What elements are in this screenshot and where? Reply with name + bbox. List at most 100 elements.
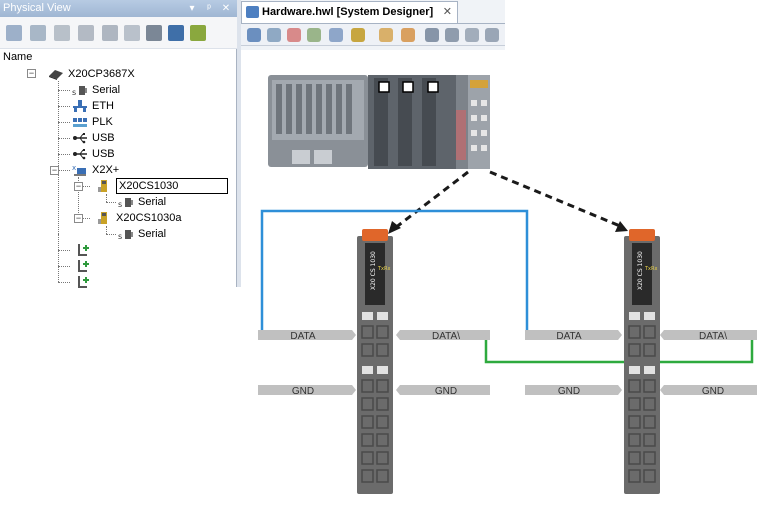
network-icon[interactable]	[329, 28, 343, 42]
tree-line	[58, 154, 70, 155]
hand-icon[interactable]	[379, 28, 393, 42]
system-designer-toolbar	[241, 23, 505, 46]
io-module-icon	[96, 179, 112, 193]
close-tab-icon[interactable]: ✕	[443, 2, 452, 22]
tree-line	[106, 234, 116, 235]
close-icon[interactable]: ✕	[220, 0, 232, 17]
lock-icon[interactable]	[351, 28, 365, 42]
cpu-module-image[interactable]	[268, 75, 490, 169]
tree-line	[58, 122, 70, 123]
usb-icon	[72, 147, 88, 161]
system-designer-panel: Hardware.hwl [System Designer] ✕	[241, 0, 505, 50]
hardware-tree: − X20CP3687X s Serial ETH PLK USB USB − …	[0, 60, 237, 290]
tree-node-serial[interactable]: s Serial	[72, 82, 120, 98]
x2x-bus-icon: x	[72, 163, 88, 177]
left-data-label: DATA	[290, 331, 316, 342]
powerlink-icon	[72, 115, 88, 129]
physical-view-titlebar[interactable]: Physical View ▾ ᵖ ✕	[0, 0, 237, 17]
undo-icon[interactable]	[247, 28, 261, 42]
connection-arrows	[388, 170, 628, 234]
settings-icon[interactable]	[54, 25, 70, 41]
tree-line	[58, 106, 70, 107]
tool-icon[interactable]	[190, 25, 206, 41]
left-module-rx: Rx	[384, 266, 390, 272]
tree-line	[106, 202, 116, 203]
toolbar-icons	[247, 28, 499, 42]
left-io-module[interactable]: X20 CS 1030 Tx Rx	[357, 229, 393, 494]
tree-line	[106, 226, 107, 234]
properties-icon[interactable]	[102, 25, 118, 41]
collapse-toggle[interactable]: −	[50, 166, 59, 175]
collapse-toggle[interactable]: −	[74, 182, 83, 191]
right-data-bar-label: DATA\	[699, 331, 727, 342]
collapse-toggle[interactable]: −	[74, 214, 83, 223]
search-icon[interactable]	[30, 25, 46, 41]
tree-node-plk[interactable]: PLK	[72, 114, 113, 130]
empty-slot[interactable]	[74, 242, 94, 258]
right-data-label: DATA	[556, 331, 582, 342]
left-data-bar-label: DATA\	[432, 331, 460, 342]
svg-text:s: s	[118, 200, 122, 209]
find-icon[interactable]	[146, 25, 162, 41]
tree-node-label: USB	[92, 132, 115, 144]
selected-node-label[interactable]: X20CS1030	[116, 178, 228, 194]
add-slot-icon	[74, 275, 90, 289]
svg-text:s: s	[72, 88, 76, 97]
refresh-icon[interactable]	[78, 25, 94, 41]
tree-line	[58, 81, 59, 234]
tree-node-serial-1030[interactable]: s Serial	[118, 194, 166, 210]
tree-node-root[interactable]: X20CP3687X	[48, 66, 135, 82]
layout-icon[interactable]	[445, 28, 459, 42]
right-gnd-right-label: GND	[702, 386, 724, 397]
grid-icon[interactable]	[465, 28, 479, 42]
tree-node-label: Serial	[92, 84, 121, 96]
tree-node-x20cs1030[interactable]: X20CS1030	[96, 178, 228, 194]
pin-icon[interactable]: ᵖ	[203, 0, 215, 17]
align-icon[interactable]	[425, 28, 439, 42]
collapse-toggle[interactable]: −	[27, 69, 36, 78]
dropdown-icon[interactable]: ▾	[186, 0, 198, 17]
right-io-module[interactable]: X20 CS 1030 Tx Rx	[624, 229, 660, 494]
serial-port-icon: s	[118, 195, 134, 209]
ethernet-icon	[72, 99, 88, 113]
pointer-icon[interactable]	[401, 28, 415, 42]
tab-hardware[interactable]: Hardware.hwl [System Designer] ✕	[241, 1, 458, 23]
tree-node-x2x[interactable]: x X2X+	[72, 162, 119, 178]
physical-view-toolbar	[0, 17, 237, 49]
network-icon[interactable]	[168, 25, 184, 41]
tree-node-eth[interactable]: ETH	[72, 98, 114, 114]
palette-icon[interactable]	[287, 28, 301, 42]
tree-line	[58, 282, 70, 283]
tree-line	[58, 138, 70, 139]
right-module-rx: Rx	[651, 266, 657, 272]
search-icon[interactable]	[267, 28, 281, 42]
tree-node-x20cs1030a[interactable]: X20CS1030a	[96, 210, 181, 226]
module-icon[interactable]	[124, 25, 140, 41]
tree-line	[106, 194, 107, 202]
app-window: Physical View ▾ ᵖ ✕ Name − X20CP3687X s …	[0, 0, 769, 510]
tree-node-usb-1[interactable]: USB	[72, 130, 115, 146]
open-icon[interactable]	[6, 25, 22, 41]
empty-slot[interactable]	[74, 258, 94, 274]
tree-line	[58, 250, 70, 251]
left-module-side-label: X20 CS 1030	[370, 251, 377, 290]
tree-node-usb-2[interactable]: USB	[72, 146, 115, 162]
svg-text:s: s	[118, 232, 122, 241]
tree-node-label: ETH	[92, 100, 114, 112]
tree-line	[58, 170, 70, 171]
io-module-icon	[96, 211, 112, 225]
add-slot-icon	[74, 259, 90, 273]
hardware-icon[interactable]	[307, 28, 321, 42]
tree-node-label: Serial	[138, 228, 167, 240]
tree-node-label: PLK	[92, 116, 113, 128]
right-module-side-label: X20 CS 1030	[637, 251, 644, 290]
tree-node-serial-1030a[interactable]: s Serial	[118, 226, 166, 242]
tree-line	[58, 234, 59, 282]
right-module-tx: Tx	[644, 266, 651, 272]
signal-labels: DATA DATA\ GND GND DATA DATA\ GND GND	[290, 331, 727, 397]
add-slot-icon	[74, 243, 90, 257]
empty-slot[interactable]	[74, 274, 94, 290]
serial-port-icon: s	[72, 83, 88, 97]
table-icon[interactable]	[485, 28, 499, 42]
physical-view-title: Physical View	[3, 2, 71, 14]
